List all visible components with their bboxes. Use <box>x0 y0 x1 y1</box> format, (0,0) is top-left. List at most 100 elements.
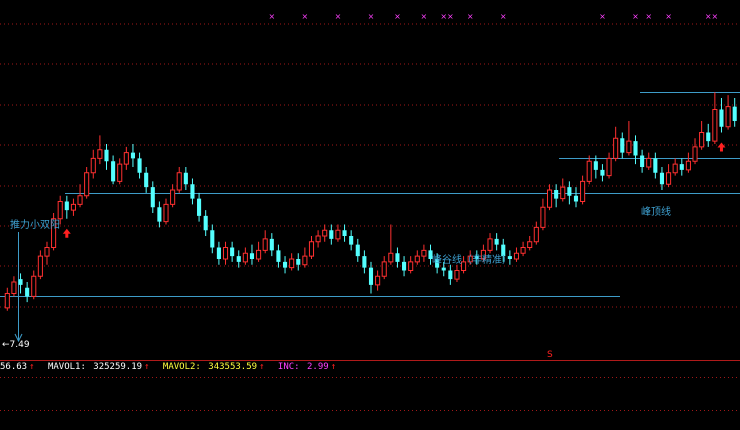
candle-body-up <box>123 152 129 165</box>
candle-body-down <box>349 236 354 245</box>
candle-body-down <box>554 190 559 199</box>
right-annotation-label: 峰顶线 <box>641 207 671 218</box>
low-price-label: ←7.49 <box>2 340 30 350</box>
top-marker-icon: × <box>302 12 309 21</box>
candle-body-up <box>315 235 321 243</box>
top-marker-icon: × <box>645 12 652 21</box>
candle-body-up <box>513 252 520 260</box>
low-price-arrow: ← <box>2 340 10 350</box>
candle-body-up <box>308 241 315 257</box>
candle-body-down <box>659 172 665 185</box>
candle-body-down <box>249 253 255 259</box>
candle-body-up <box>37 255 43 277</box>
candle-body-up <box>335 229 341 240</box>
candle-body-up <box>163 203 169 223</box>
candle-body-up <box>692 146 698 162</box>
candle-body-up <box>613 137 619 159</box>
candle-body-up <box>580 180 586 202</box>
candle-body-up <box>11 281 17 294</box>
candle-body-up <box>606 157 612 177</box>
candle-body-down <box>329 230 334 239</box>
top-marker-icon: × <box>599 12 606 21</box>
mavol1-label: MAVOL1: <box>47 362 86 372</box>
candle-body-down <box>216 247 221 259</box>
candle-body-down <box>719 109 724 127</box>
candle-body-up <box>176 172 182 191</box>
candle-body-up <box>414 255 420 263</box>
candle-body-up <box>256 249 262 260</box>
inc-arrow: ↑ <box>330 362 337 372</box>
candle-body-down <box>183 172 188 185</box>
top-marker-icon: × <box>665 12 672 21</box>
candle-body-up <box>97 149 103 159</box>
candle-body-down <box>567 187 572 196</box>
signal-arrow-icon <box>717 142 726 152</box>
candle-body-down <box>25 287 30 297</box>
candle-body-up <box>408 261 414 271</box>
candle-body-down <box>679 164 684 170</box>
candle-body-down <box>197 198 202 216</box>
candle-body-up <box>262 238 268 251</box>
candle-body-up <box>533 226 539 243</box>
candle-body-down <box>402 261 407 271</box>
candle-body-down <box>355 244 360 257</box>
candle-body-up <box>454 270 460 280</box>
candle-body-down <box>593 161 598 170</box>
mavol2-label: MAVOL2: <box>162 362 201 372</box>
candle-body-up <box>712 109 718 142</box>
candle-body-down <box>150 187 155 208</box>
inc-label: INC: <box>277 362 300 372</box>
candle-body-down <box>362 256 367 268</box>
candle-body-down <box>732 106 737 121</box>
candle-body-up <box>699 132 705 148</box>
candle-body-up <box>586 160 592 182</box>
candle-body-down <box>144 172 149 188</box>
candle-body-down <box>441 267 446 271</box>
candle-body-down <box>573 195 579 202</box>
top-marker-icon: × <box>500 12 507 21</box>
inc-value: 2.99 <box>307 362 329 372</box>
candle-body-up <box>725 106 731 128</box>
candle-body-down <box>368 267 374 285</box>
top-marker-icon: × <box>368 12 375 21</box>
candle-body-down <box>395 253 400 262</box>
chart-window: × × × × × × × × × × × × × × × × 推力小双阳 峰谷线（非精准） 峰顶线 ←7.4… <box>0 0 740 430</box>
candle-body-up <box>560 186 566 200</box>
candle-body-down <box>210 230 215 248</box>
candle-body-up <box>322 229 328 237</box>
candle-body-down <box>633 141 638 156</box>
candle-body-down <box>64 201 69 211</box>
candle-body-down <box>653 158 658 173</box>
candle-body-down <box>706 132 711 142</box>
candle-body-down <box>111 161 116 182</box>
signal-arrow-icon <box>62 228 71 238</box>
candle-body-down <box>282 261 288 268</box>
candle-body-up <box>170 189 176 205</box>
candle-body-up <box>520 247 526 254</box>
top-marker-icon: × <box>335 12 342 21</box>
candle-body-up <box>527 241 533 248</box>
mavol1-arrow: ↑ <box>144 362 150 372</box>
candle-body-up <box>672 163 678 174</box>
candle-body-down <box>620 138 625 153</box>
candle-body-up <box>487 238 493 251</box>
candle-body-up <box>222 247 229 260</box>
candle-body-down <box>203 215 208 231</box>
candle-body-down <box>190 184 195 199</box>
candle-body-up <box>388 252 394 263</box>
candle-body-down <box>157 207 162 222</box>
candle-body-up <box>302 255 308 266</box>
candle-body-down <box>276 250 281 262</box>
candle-body-down <box>236 256 241 262</box>
candle-body-down <box>104 149 109 162</box>
left-annotation-label: 推力小双阳 <box>10 220 60 231</box>
candle-body-up <box>31 275 37 297</box>
mavol1-value: 325259.19 <box>93 362 143 372</box>
vol-arrow: ↑ <box>29 362 35 372</box>
candle-body-up <box>90 157 96 174</box>
candle-body-down <box>448 270 453 280</box>
mavol2-arrow: ↑ <box>259 362 265 372</box>
middle-annotation-label: 峰谷线（非精准） <box>432 255 512 266</box>
s-marker: S <box>547 350 553 360</box>
candle-body-up <box>77 195 83 205</box>
